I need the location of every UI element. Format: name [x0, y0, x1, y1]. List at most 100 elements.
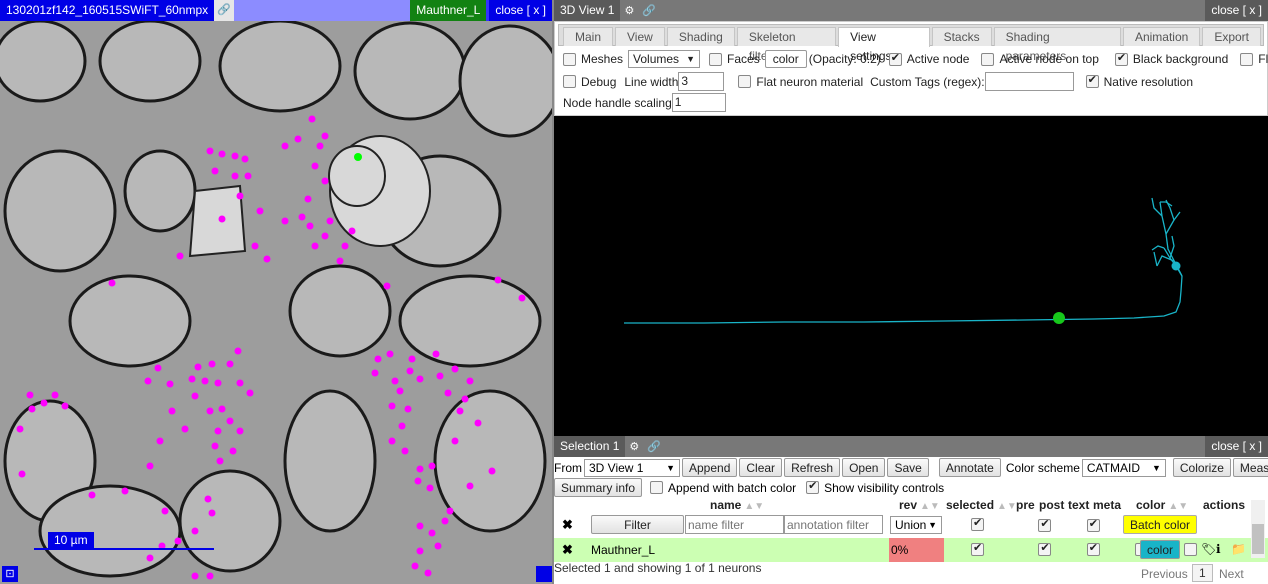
neuron-name[interactable]: Mauthner_L	[591, 543, 655, 557]
active-node-marker	[354, 153, 362, 161]
toolbar-row-1: From 3D View 1 ▼ Append Clear Refresh Op…	[554, 458, 1268, 477]
pre-all-checkbox[interactable]	[1038, 517, 1052, 532]
col-header-name[interactable]: name ▲▼	[710, 498, 764, 512]
annotate-button[interactable]: Annotate	[938, 458, 1001, 477]
col-header-selected[interactable]: selected ▲▼	[946, 498, 1017, 512]
debug-checkbox[interactable]	[563, 75, 576, 88]
debug-label: Debug	[581, 74, 617, 89]
col-header-post: post	[1039, 498, 1065, 512]
page-number[interactable]: 1	[1192, 564, 1213, 582]
tab-shading-parameters[interactable]: Shading parameters	[993, 27, 1121, 63]
volume-color-button[interactable]: color	[764, 50, 807, 68]
floor-checkbox[interactable]	[1240, 52, 1254, 66]
col-header-meta: meta	[1093, 498, 1122, 512]
black-background-checkbox[interactable]	[1114, 51, 1128, 66]
next-page-button[interactable]: Next	[1219, 567, 1244, 581]
active-neuron-label[interactable]: Mauthner_L	[410, 0, 487, 21]
post-all-checkbox[interactable]	[1086, 517, 1100, 532]
measure-button[interactable]: Measure	[1232, 458, 1268, 477]
table-scrollbar[interactable]	[1251, 500, 1265, 558]
native-resolution-checkbox[interactable]	[1085, 73, 1099, 88]
remove-row-icon[interactable]: ✖	[562, 542, 573, 558]
folder-icon[interactable]: 📁	[1231, 542, 1246, 556]
stack-viewer[interactable]: 130201zf142_160515SWiFT_60nmpx 🔗 Mauthne…	[0, 0, 552, 584]
annotation-filter-input[interactable]	[784, 515, 883, 534]
row-pre-checkbox[interactable]	[1038, 541, 1052, 556]
gear-icon[interactable]: ⚙	[620, 4, 638, 17]
previous-page-button[interactable]: Previous	[1141, 567, 1188, 581]
flat-neuron-material-label: Flat neuron material	[756, 74, 864, 89]
row-selected-checkbox[interactable]	[971, 541, 984, 556]
table-row[interactable]: ✖ Mauthner_L 0% color 🏷 ℹ 📁	[554, 538, 1268, 562]
tab-view-settings[interactable]: View settings	[838, 27, 930, 63]
row-meta-checkbox[interactable]	[1184, 543, 1198, 556]
refresh-button[interactable]: Refresh	[784, 458, 841, 477]
tab-export[interactable]: Export	[1202, 27, 1262, 46]
native-resolution-label: Native resolution	[1103, 74, 1194, 89]
node-handle-scaling-input[interactable]: 1	[671, 93, 726, 112]
tab-bar: Main View Shading Skeleton filters View …	[558, 24, 1264, 63]
active-node-on-top-checkbox[interactable]	[981, 52, 995, 66]
tab-main[interactable]: Main	[563, 27, 614, 46]
meshes-label: Meshes	[581, 52, 624, 66]
link-icon[interactable]: 🔗	[643, 440, 665, 453]
3d-view-title[interactable]: 3D View 1	[554, 0, 621, 21]
link-icon[interactable]: 🔗	[638, 4, 660, 17]
tab-animation[interactable]: Animation	[1122, 27, 1201, 46]
close-button[interactable]: close [ x ]	[1205, 0, 1268, 21]
col-header-color[interactable]: color ▲▼	[1136, 498, 1188, 512]
line-width-input[interactable]: 3	[678, 72, 725, 91]
3d-canvas[interactable]	[554, 116, 1268, 436]
name-filter-input[interactable]	[685, 515, 784, 534]
from-select[interactable]: 3D View 1 ▼	[584, 458, 680, 477]
tab-view[interactable]: View	[615, 27, 665, 46]
save-button[interactable]: Save	[887, 458, 929, 477]
chevron-down-icon: ▼	[928, 520, 937, 530]
filter-button[interactable]: Filter	[591, 515, 684, 534]
tab-shading[interactable]: Shading	[666, 27, 735, 46]
tab-skeleton-filters[interactable]: Skeleton filters	[736, 27, 837, 63]
link-icon[interactable]: 🔗	[214, 0, 235, 21]
active-node-checkbox[interactable]	[888, 51, 902, 66]
custom-tags-input[interactable]	[984, 72, 1074, 91]
open-button[interactable]: Open	[842, 458, 886, 477]
flat-neuron-material-checkbox[interactable]	[738, 75, 752, 88]
summary-info-button[interactable]: Summary info	[554, 478, 643, 497]
from-label: From	[554, 460, 582, 475]
faces-checkbox[interactable]	[709, 52, 723, 66]
col-color-label: color	[1136, 498, 1166, 512]
meshes-checkbox[interactable]	[563, 52, 576, 66]
active-node-label: Active node	[906, 52, 970, 66]
show-visibility-checkbox[interactable]	[806, 479, 820, 494]
soma-node	[1171, 261, 1181, 271]
stack-title[interactable]: 130201zf142_160515SWiFT_60nmpx	[0, 0, 215, 21]
volumes-select[interactable]: Volumes ▼	[628, 50, 701, 68]
color-scheme-select[interactable]: CATMAID ▼	[1081, 458, 1166, 477]
synapse-overlay[interactable]	[0, 21, 552, 584]
tab-stacks[interactable]: Stacks	[931, 27, 992, 46]
neuron-table: name ▲▼ rev ▲▼ selected ▲▼ pre post text me…	[554, 498, 1268, 562]
clear-button[interactable]: Clear	[739, 458, 783, 477]
batch-color-button[interactable]: Batch color	[1123, 515, 1198, 534]
resize-corner-icon[interactable]	[536, 566, 552, 582]
union-select[interactable]: Union ▼	[890, 516, 942, 534]
navigator-toggle-icon[interactable]: ⊡	[2, 566, 18, 582]
gear-icon[interactable]: ⚙	[625, 440, 643, 453]
remove-all-icon[interactable]: ✖	[562, 517, 573, 533]
selection-title[interactable]: Selection 1	[554, 436, 626, 457]
neuron-color-button[interactable]: color	[1140, 540, 1180, 559]
close-button[interactable]: close [ x ]	[1205, 436, 1268, 457]
info-icon[interactable]: ℹ	[1216, 542, 1221, 556]
select-all-checkbox[interactable]	[971, 516, 984, 531]
tag-icon[interactable]: 🏷	[1201, 542, 1216, 556]
scrollbar-thumb[interactable]	[1252, 524, 1264, 554]
row-post-checkbox[interactable]	[1086, 541, 1100, 556]
append-button[interactable]: Append	[682, 458, 738, 477]
close-button[interactable]: close [ x ]	[489, 0, 552, 21]
append-batch-color-checkbox[interactable]	[650, 481, 664, 494]
active-node-marker	[1053, 312, 1065, 324]
col-header-rev[interactable]: rev ▲▼	[899, 498, 940, 512]
colorize-button[interactable]: Colorize	[1172, 458, 1231, 477]
filter-row: ✖ Filter Union ▼ Batch color	[554, 512, 1268, 538]
3d-view-settings: Main View Shading Skeleton filters View …	[554, 21, 1268, 116]
